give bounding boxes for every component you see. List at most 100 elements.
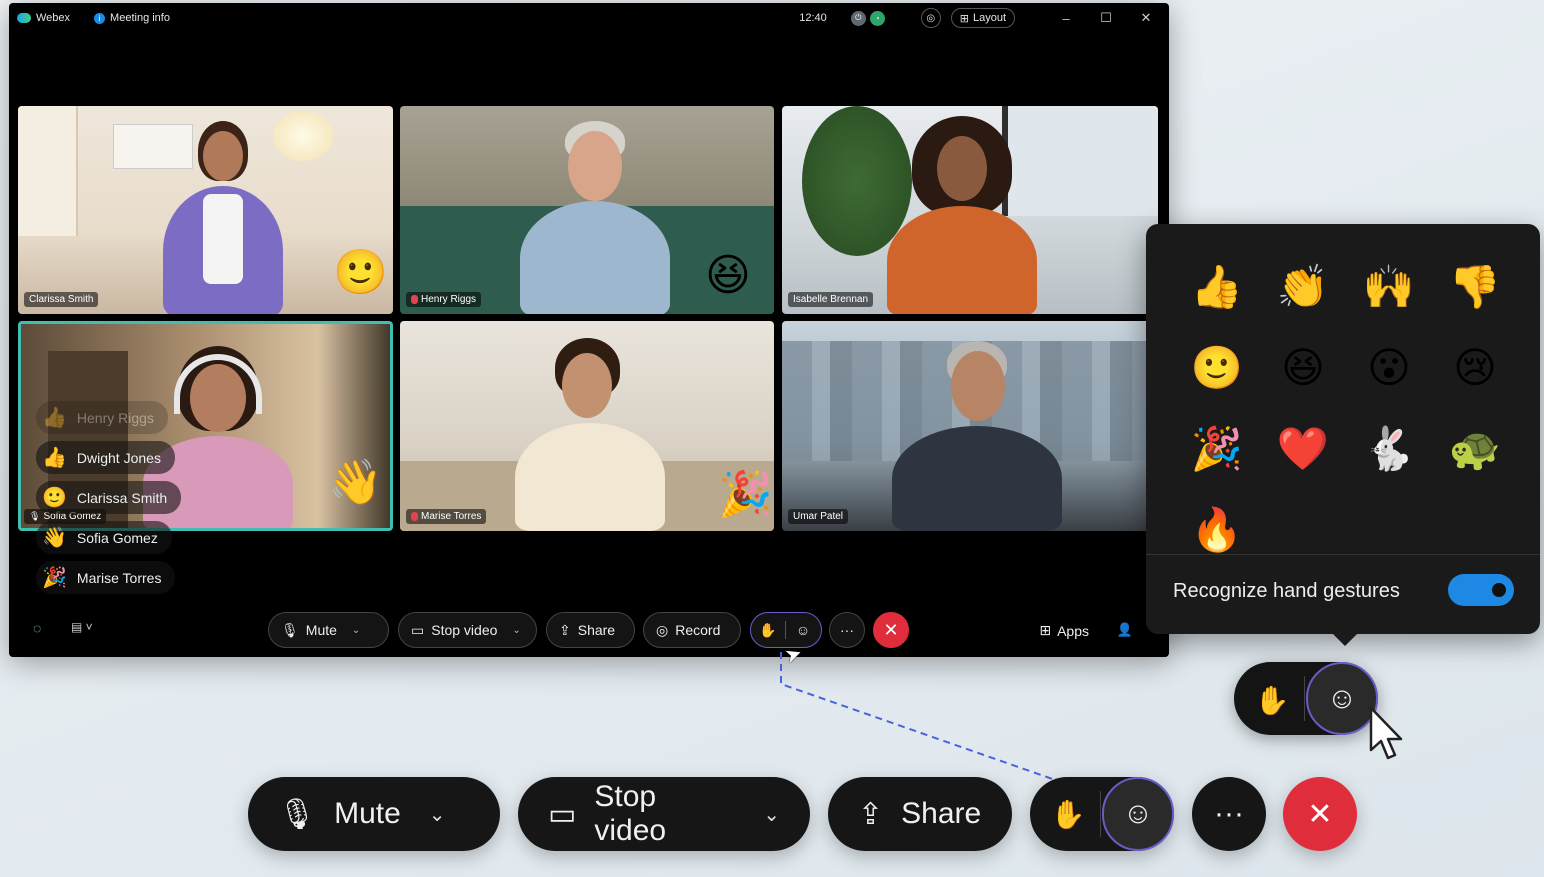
toggle-knob	[1492, 583, 1506, 597]
title-bar: Webex i Meeting info 12:40 ⏻ ◔ ◎ ⊞ Layou…	[9, 3, 1169, 33]
thumbs-down-reaction[interactable]: 👎	[1432, 246, 1518, 327]
microphone-icon: 🎙	[281, 621, 299, 638]
record-button[interactable]: ◎ Record	[643, 612, 741, 648]
laugh-reaction[interactable]: 😆	[1260, 327, 1346, 408]
raise-hand-icon[interactable]: ✋	[1048, 793, 1088, 835]
reactions-icon[interactable]: ☺	[786, 622, 820, 638]
mic-muted-icon	[411, 512, 418, 521]
meeting-info-button[interactable]: i Meeting info	[94, 12, 170, 24]
smile-reaction[interactable]: 🙂	[1174, 327, 1260, 408]
thumbs-up-reaction[interactable]: 👍	[1174, 246, 1260, 327]
video-tile[interactable]: 😆 Henry Riggs	[400, 106, 774, 314]
participants-icon[interactable]: 👤	[1117, 622, 1133, 638]
mic-icon: 🎙	[29, 511, 41, 521]
participant-name-tag: Henry Riggs	[406, 292, 482, 307]
close-window-button[interactable]: ✕	[1131, 10, 1161, 26]
mouse-cursor-icon	[1369, 706, 1403, 760]
participant-reaction: 😆	[705, 251, 751, 300]
webex-window: Webex i Meeting info 12:40 ⏻ ◔ ◎ ⊞ Layou…	[9, 3, 1169, 657]
fire-reaction[interactable]: 🔥	[1174, 489, 1260, 570]
apps-icon: ⊞	[1039, 622, 1052, 638]
mute-button[interactable]: 🎙 Mute ⌄	[268, 612, 389, 648]
mic-muted-icon	[411, 295, 418, 304]
camera-icon: ▭	[548, 797, 577, 831]
shelf	[18, 106, 78, 236]
reaction-feed-item: 👋 Sofia Gomez	[36, 521, 172, 554]
meeting-clock: 12:40	[799, 12, 827, 24]
meeting-toolbar: ◌ ▤ ˅ 🎙 Mute ⌄ ▭ Stop video ⌄ ⇪ Share ◎ …	[9, 608, 1169, 654]
video-tile[interactable]: 🙂 Clarissa Smith	[18, 106, 393, 314]
participant-figure	[877, 116, 1047, 314]
participant-name-tag: Umar Patel	[788, 509, 849, 524]
share-icon: ⇪	[559, 621, 571, 638]
participant-reaction: 🎉	[718, 470, 773, 519]
raise-hand-icon[interactable]: ✋	[1252, 680, 1292, 720]
app-title[interactable]: Webex	[17, 12, 70, 24]
celebrate-hands-reaction[interactable]: 🙌	[1346, 246, 1432, 327]
heart-reaction[interactable]: ❤️	[1260, 408, 1346, 489]
divider	[1100, 791, 1101, 837]
video-tile[interactable]: 🎉 Marise Torres	[400, 321, 774, 531]
party-popper-reaction[interactable]: 🎉	[1174, 408, 1260, 489]
record-icon: ◎	[656, 621, 669, 638]
reactions-button-zoomed: ✋ ☺	[1234, 662, 1378, 735]
webex-assistant-icon[interactable]: ◌	[33, 620, 41, 636]
share-button[interactable]: ⇪ Share	[546, 612, 635, 648]
chevron-down-icon[interactable]: ⌄	[512, 625, 520, 636]
sad-reaction[interactable]: 😢	[1432, 327, 1518, 408]
search-icon[interactable]: ◎	[920, 8, 941, 28]
share-icon: ⇪	[858, 797, 884, 831]
more-options-button[interactable]: ···	[829, 612, 865, 648]
reaction-feed-item: 👍 Dwight Jones	[36, 441, 175, 474]
turtle-reaction[interactable]: 🐢	[1432, 408, 1518, 489]
participant-name-tag: Clarissa Smith	[24, 292, 99, 307]
video-tile[interactable]: Isabelle Brennan	[782, 106, 1158, 314]
stop-video-button[interactable]: ▭ Stop video ⌄	[398, 612, 537, 648]
end-meeting-button-large[interactable]: ✕	[1283, 777, 1357, 851]
camera-icon: ▭	[411, 621, 425, 638]
chevron-down-icon[interactable]: ⌄	[352, 625, 360, 636]
clap-reaction[interactable]: 👏	[1260, 246, 1346, 327]
participant-figure	[500, 333, 680, 531]
mute-button-large[interactable]: 🎙 Mute ⌄	[248, 777, 500, 851]
participant-figure	[510, 111, 680, 314]
security-icon[interactable]: ⏻	[850, 10, 866, 26]
participant-figure	[877, 336, 1077, 531]
gesture-toggle-label: Recognize hand gestures	[1173, 580, 1400, 602]
chevron-down-icon[interactable]: ⌄	[763, 802, 780, 827]
reaction-feed-item: 🙂 Clarissa Smith	[36, 481, 182, 514]
raise-hand-icon[interactable]: ✋	[751, 622, 785, 639]
connection-icon[interactable]: ◔	[869, 10, 885, 26]
gesture-toggle[interactable]	[1448, 574, 1514, 606]
info-icon: i	[94, 12, 106, 24]
surprised-reaction[interactable]: 😮	[1346, 327, 1432, 408]
emoji-grid: 👍 👏 🙌 👎 🙂 😆 😮 😢 🎉 ❤️ 🐇 🐢 🔥	[1174, 246, 1518, 570]
reactions-icon[interactable]: ☺	[1102, 777, 1174, 851]
webex-logo-icon	[17, 13, 31, 23]
participant-reaction: 👋	[328, 458, 383, 507]
end-meeting-button[interactable]: ✕	[873, 612, 909, 648]
participant-figure	[158, 116, 288, 314]
divider	[1304, 676, 1305, 721]
participant-name-tag: Marise Torres	[406, 509, 487, 524]
captions-icon[interactable]: ▤ ˅	[71, 620, 93, 634]
reaction-feed-item: 👍 Henry Riggs	[36, 401, 168, 434]
reaction-feed-item: 🎉 Marise Torres	[36, 561, 176, 594]
participant-reaction: 🙂	[333, 248, 388, 297]
reactions-popup: 👍 👏 🙌 👎 🙂 😆 😮 😢 🎉 ❤️ 🐇 🐢 🔥 Recognize han…	[1146, 224, 1540, 646]
chevron-down-icon[interactable]: ⌄	[429, 802, 446, 827]
divider	[1146, 554, 1540, 555]
maximize-button[interactable]: ☐	[1091, 10, 1121, 26]
grid-icon: ⊞	[959, 12, 969, 25]
more-options-button-large[interactable]: ···	[1192, 777, 1266, 851]
rabbit-reaction[interactable]: 🐇	[1346, 408, 1432, 489]
stop-video-button-large[interactable]: ▭ Stop video ⌄	[518, 777, 810, 851]
participant-name-tag: Isabelle Brennan	[788, 292, 874, 307]
share-button-large[interactable]: ⇪ Share	[828, 777, 1012, 851]
video-tile[interactable]: Umar Patel	[782, 321, 1158, 531]
reactions-group-large: ✋ ☺	[1030, 777, 1174, 851]
minimize-button[interactable]: –	[1051, 11, 1081, 26]
layout-button[interactable]: ⊞ Layout	[950, 8, 1015, 28]
apps-button[interactable]: ⊞ Apps	[1039, 622, 1089, 639]
microphone-icon: 🎙	[278, 797, 317, 831]
